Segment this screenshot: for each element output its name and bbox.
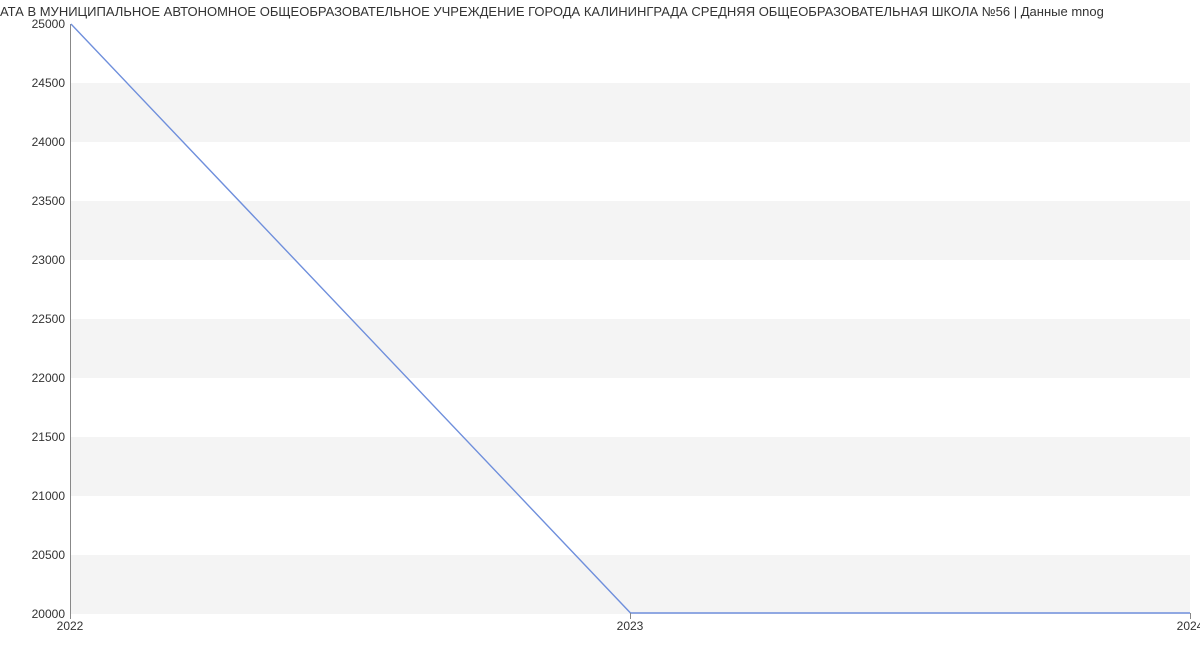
data-line: [71, 24, 1190, 613]
y-tick-label: 25000: [10, 17, 65, 31]
y-tick-label: 22000: [10, 371, 65, 385]
y-tick-label: 23000: [10, 253, 65, 267]
chart-container: 2000020500210002150022000225002300023500…: [0, 24, 1200, 644]
y-tick-label: 23500: [10, 194, 65, 208]
y-tick-label: 24500: [10, 76, 65, 90]
plot-area: [70, 24, 1190, 614]
y-tick-label: 24000: [10, 135, 65, 149]
chart-title: АТА В МУНИЦИПАЛЬНОЕ АВТОНОМНОЕ ОБЩЕОБРАЗ…: [0, 0, 1200, 24]
x-tick-label: 2024: [1177, 619, 1200, 633]
y-tick-label: 20500: [10, 548, 65, 562]
y-tick-label: 21000: [10, 489, 65, 503]
y-tick-label: 22500: [10, 312, 65, 326]
line-layer: [71, 24, 1190, 613]
y-tick-label: 21500: [10, 430, 65, 444]
x-tick-label: 2023: [617, 619, 644, 633]
x-tick-label: 2022: [57, 619, 84, 633]
